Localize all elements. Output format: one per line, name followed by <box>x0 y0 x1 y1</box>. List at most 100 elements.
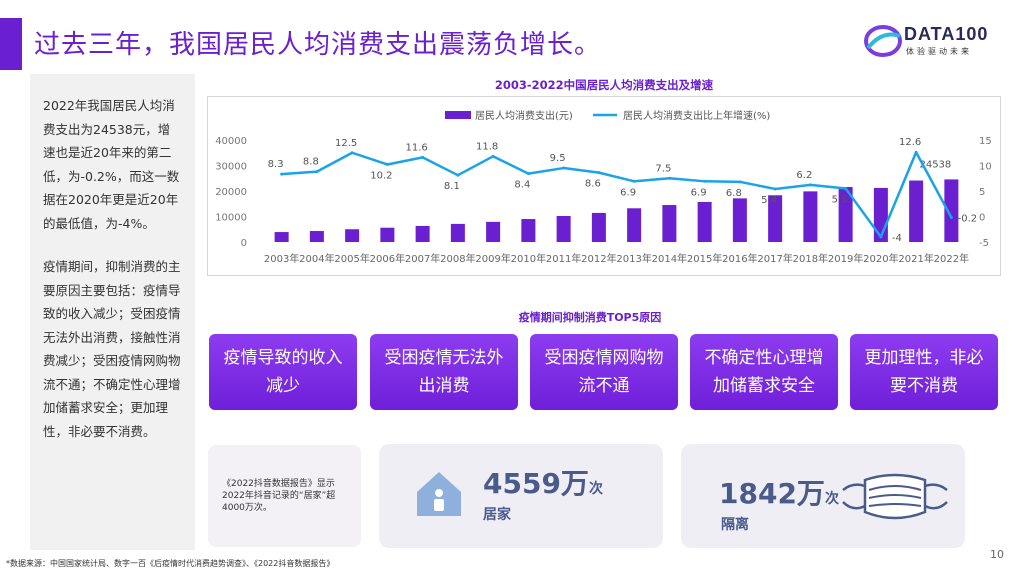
y-left-tick-label: 10000 <box>215 213 247 224</box>
x-tick-label: 2022年 <box>934 252 969 265</box>
logo-text: DATA100 <box>904 24 989 44</box>
x-tick-label: 2012年 <box>581 252 616 265</box>
x-tick-label: 2019年 <box>828 252 863 265</box>
logo-mark-icon <box>864 25 902 57</box>
growth-label: -0.2 <box>958 214 978 225</box>
reason-card-5: 更加理性，非必要不消费 <box>850 334 998 410</box>
y-left-tick-label: 40000 <box>215 136 247 147</box>
x-tick-label: 2021年 <box>898 252 933 265</box>
logo-subtitle: 体验驱动未来 <box>906 47 972 56</box>
growth-point-2010年 <box>526 172 530 176</box>
isolation-count: 1842万次 <box>719 472 839 512</box>
bar-2012年 <box>591 212 606 242</box>
x-tick-label: 2004年 <box>299 252 334 265</box>
growth-label: 6.8 <box>726 188 742 199</box>
growth-point-2017年 <box>773 187 777 191</box>
chart-title: 2003-2022中国居民人均消费支出及增速 <box>494 78 714 92</box>
growth-point-2008年 <box>456 173 460 177</box>
growth-label: 8.3 <box>268 159 284 170</box>
growth-point-2011年 <box>562 166 566 170</box>
consumption-chart: 居民人均消费支出(元) 居民人均消费支出比上年增速(%) 0 10000 20000 30… <box>215 109 992 265</box>
house-icon <box>417 472 461 516</box>
bar-2009年 <box>486 221 501 242</box>
bar-2021年 <box>909 180 924 242</box>
bar-2014年 <box>662 205 677 242</box>
growth-point-2020年 <box>879 235 883 239</box>
growth-point-2015年 <box>703 179 707 183</box>
reason-card-1: 疫情导致的收入减少 <box>209 334 357 410</box>
isolation-count-value: 1842万 <box>719 477 825 510</box>
growth-point-2003年 <box>280 172 284 176</box>
growth-point-2005年 <box>350 151 354 155</box>
bar-2007年 <box>415 225 430 242</box>
growth-label: 7.5 <box>655 163 671 174</box>
face-mask-icon <box>842 473 948 520</box>
x-tick-label: 2013年 <box>616 252 651 265</box>
growth-point-2019年 <box>844 186 848 190</box>
growth-label: 11.8 <box>476 141 498 152</box>
growth-point-2004年 <box>315 170 319 174</box>
stat-card-isolation: 1842万次 隔离 <box>681 444 965 548</box>
growth-point-2012年 <box>597 171 601 175</box>
growth-point-2013年 <box>632 179 636 183</box>
bar-2003年 <box>274 232 289 242</box>
x-tick-label: 2005年 <box>334 252 369 265</box>
growth-label: -4 <box>892 233 902 244</box>
x-tick-label: 2006年 <box>370 252 405 265</box>
x-tick-label: 2018年 <box>793 252 828 265</box>
summary-panel: 2022年我国居民人均消费支出为24538元，增速也是近20年来的第二低，为-0… <box>30 74 195 550</box>
growth-label: 12.6 <box>899 137 921 148</box>
bar-2011年 <box>556 215 571 242</box>
summary-paragraph-1: 2022年我国居民人均消费支出为24538元，增速也是近20年来的第二低，为-0… <box>43 98 180 231</box>
page-number: 10 <box>990 548 1004 561</box>
growth-label: 5.4 <box>761 195 777 206</box>
growth-label: 8.6 <box>585 179 601 190</box>
data-source-note: *数据来源：中国国家统计局、数字一百《后疫情时代消费趋势调查》、《2022抖音数… <box>6 559 335 568</box>
reason-card-3: 受困疫情网购物流不通 <box>530 334 678 410</box>
y-left-tick-label: 30000 <box>215 162 247 173</box>
growth-label: 12.5 <box>335 138 357 149</box>
home-count: 4559万次 <box>483 462 603 502</box>
x-tick-label: 2014年 <box>652 252 687 265</box>
growth-point-2014年 <box>667 176 671 180</box>
growth-label: 6.9 <box>620 187 636 198</box>
home-label: 居家 <box>483 507 511 523</box>
growth-label: 8.8 <box>303 157 319 168</box>
isolation-count-unit: 次 <box>824 491 839 507</box>
x-tick-label: 2020年 <box>863 252 898 265</box>
growth-label: 6.2 <box>796 170 812 181</box>
growth-point-2016年 <box>738 180 742 184</box>
legend-label-bar: 居民人均消费支出(元) <box>475 109 573 122</box>
bar-2016年 <box>732 198 747 242</box>
douyin-note: 《2022抖音数据报告》显示2022年抖音记录的“居家”超4000万次。 <box>208 445 361 547</box>
bar-2010年 <box>521 219 536 242</box>
bar-2013年 <box>627 208 642 242</box>
home-count-unit: 次 <box>588 481 603 497</box>
bar-2006年 <box>380 227 395 242</box>
growth-point-2022年 <box>949 216 953 220</box>
x-tick-label: 2008年 <box>440 252 475 265</box>
growth-label: 5.5 <box>832 194 848 205</box>
growth-label: 10.2 <box>370 170 392 181</box>
bar-2004年 <box>309 231 324 242</box>
y-right-tick-label: 15 <box>979 136 992 147</box>
y-right-tick-label: 5 <box>979 187 985 198</box>
reason-card-4: 不确定性心理增加储蓄求安全 <box>690 334 838 410</box>
growth-point-2007年 <box>421 155 425 159</box>
bar-2015年 <box>697 201 712 242</box>
legend-label-line: 居民人均消费支出比上年增速(%) <box>623 109 770 122</box>
growth-label: 11.6 <box>405 142 427 153</box>
bar-2008年 <box>450 223 465 242</box>
x-tick-label: 2015年 <box>687 252 722 265</box>
x-tick-label: 2003年 <box>264 252 299 265</box>
y-left-tick-label: 20000 <box>215 187 247 198</box>
y-left-tick-label: 0 <box>241 238 247 249</box>
growth-point-2018年 <box>808 183 812 187</box>
x-tick-label: 2016年 <box>722 252 757 265</box>
isolation-label: 隔离 <box>721 517 749 533</box>
title-accent-bar <box>0 18 22 70</box>
x-tick-label: 2017年 <box>757 252 792 265</box>
brand-logo: DATA100 体验驱动未来 <box>862 22 1002 62</box>
growth-label: 8.1 <box>444 181 460 192</box>
y-right-tick-label: -5 <box>979 238 989 249</box>
